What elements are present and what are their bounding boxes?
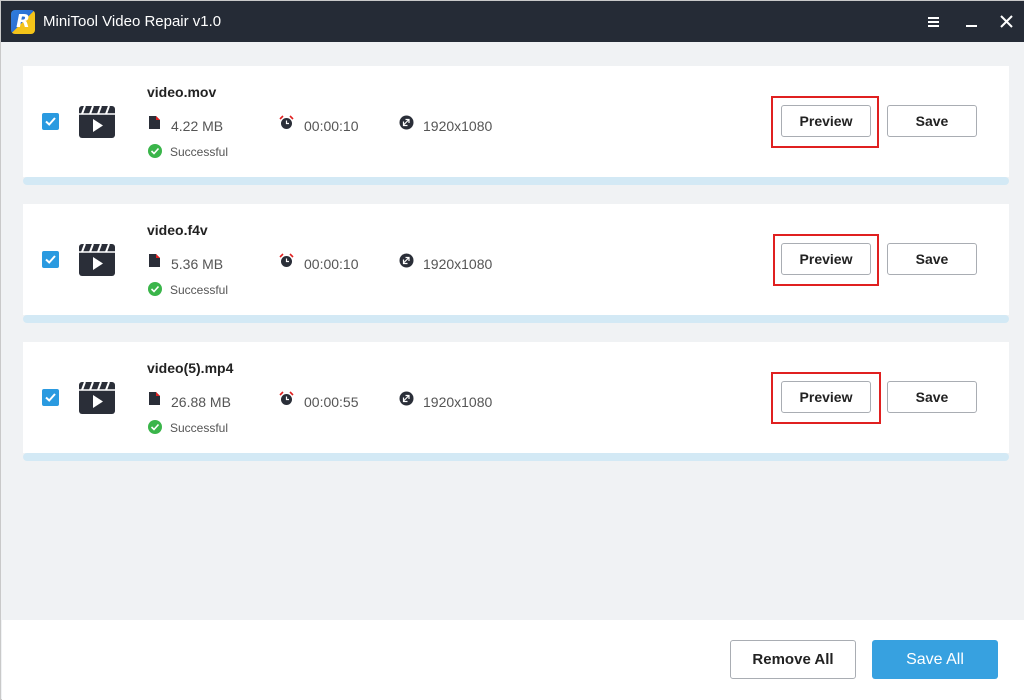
check-circle-icon	[148, 420, 162, 434]
save-button[interactable]: Save	[887, 243, 977, 275]
file-resolution: 1920x1080	[423, 394, 493, 410]
minimize-icon[interactable]	[962, 12, 982, 32]
repair-status: Successful	[170, 421, 229, 435]
file-item-body: video(5).mp4 26.88 MB 00:00:55 1920x1080…	[23, 342, 1009, 453]
clapperboard-play-icon	[78, 379, 116, 415]
file-resolution: 1920x1080	[423, 118, 493, 134]
file-duration: 00:00:55	[304, 394, 359, 410]
file-checkbox[interactable]	[42, 389, 59, 406]
app-logo: R	[11, 10, 35, 34]
file-duration: 00:00:10	[304, 118, 359, 134]
file-duration: 00:00:10	[304, 256, 359, 272]
file-name: video.mov	[147, 84, 217, 100]
clapperboard-play-icon	[78, 241, 116, 277]
repair-status: Successful	[170, 145, 229, 159]
hamburger-menu-icon[interactable]	[924, 12, 944, 32]
document-icon	[147, 115, 162, 130]
file-size: 5.36 MB	[171, 256, 224, 272]
document-icon	[147, 253, 162, 268]
file-checkbox[interactable]	[42, 251, 59, 268]
document-icon	[147, 391, 162, 406]
app-logo-letter: R	[16, 11, 30, 32]
file-name: video.f4v	[147, 222, 208, 238]
check-circle-icon	[148, 282, 162, 296]
alarm-clock-icon	[279, 391, 294, 406]
file-item: video.f4v 5.36 MB 00:00:10 1920x1080 Suc…	[23, 204, 1009, 325]
alarm-clock-icon	[279, 253, 294, 268]
preview-highlight-box	[773, 234, 879, 286]
remove-all-button[interactable]: Remove All	[730, 640, 856, 679]
file-name: video(5).mp4	[147, 360, 234, 376]
file-size: 26.88 MB	[171, 394, 231, 410]
progress-bar	[23, 453, 1009, 461]
file-item-body: video.mov 4.22 MB 00:00:10 1920x1080 Suc…	[23, 66, 1009, 177]
window-title: MiniTool Video Repair v1.0	[43, 13, 222, 30]
progress-bar	[23, 315, 1009, 323]
app-window: R MiniTool Video Repair v1.0 video.mov 4…	[0, 0, 1024, 700]
file-size: 4.22 MB	[171, 118, 224, 134]
close-icon[interactable]	[997, 12, 1017, 32]
save-button[interactable]: Save	[887, 105, 977, 137]
save-all-button[interactable]: Save All	[872, 640, 998, 679]
progress-bar	[23, 177, 1009, 185]
preview-highlight-box	[771, 96, 879, 148]
file-item: video(5).mp4 26.88 MB 00:00:55 1920x1080…	[23, 342, 1009, 463]
repair-status: Successful	[170, 283, 229, 297]
check-circle-icon	[148, 144, 162, 158]
preview-highlight-box	[771, 372, 881, 424]
file-item-body: video.f4v 5.36 MB 00:00:10 1920x1080 Suc…	[23, 204, 1009, 315]
alarm-clock-icon	[279, 115, 294, 130]
resolution-icon	[399, 391, 414, 406]
resolution-icon	[399, 115, 414, 130]
file-resolution: 1920x1080	[423, 256, 493, 272]
save-button[interactable]: Save	[887, 381, 977, 413]
clapperboard-play-icon	[78, 103, 116, 139]
bottom-action-bar: Remove All Save All	[2, 620, 1024, 700]
repaired-file-list: video.mov 4.22 MB 00:00:10 1920x1080 Suc…	[2, 42, 1024, 620]
file-checkbox[interactable]	[42, 113, 59, 130]
resolution-icon	[399, 253, 414, 268]
file-item: video.mov 4.22 MB 00:00:10 1920x1080 Suc…	[23, 66, 1009, 187]
title-bar: R MiniTool Video Repair v1.0	[1, 1, 1024, 42]
